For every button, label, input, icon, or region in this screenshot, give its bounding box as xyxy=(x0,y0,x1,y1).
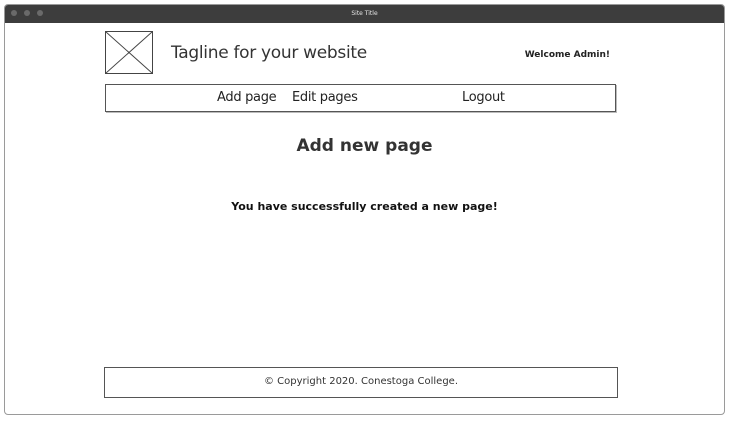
welcome-message: Welcome Admin! xyxy=(524,50,610,60)
footer: © Copyright 2020. Conestoga College. xyxy=(104,367,618,398)
nav-add-page-link[interactable]: Add page xyxy=(217,90,277,105)
page-title: Add new page xyxy=(296,136,433,156)
window-title: Site Title xyxy=(351,10,378,17)
main-navigation: Add page Edit pages Logout xyxy=(105,84,616,112)
copyright-text: © Copyright 2020. Conestoga College. xyxy=(263,376,458,387)
site-tagline: Tagline for your website xyxy=(171,43,367,63)
browser-window: Site Title Tagline for your website Welc… xyxy=(4,4,725,415)
logo-placeholder-icon xyxy=(105,31,153,74)
nav-edit-pages-link[interactable]: Edit pages xyxy=(292,90,358,105)
title-bar: Site Title xyxy=(5,5,724,23)
nav-logout-link[interactable]: Logout xyxy=(462,90,505,105)
success-message: You have successfully created a new page… xyxy=(231,200,498,213)
image-placeholder-icon xyxy=(106,32,152,73)
